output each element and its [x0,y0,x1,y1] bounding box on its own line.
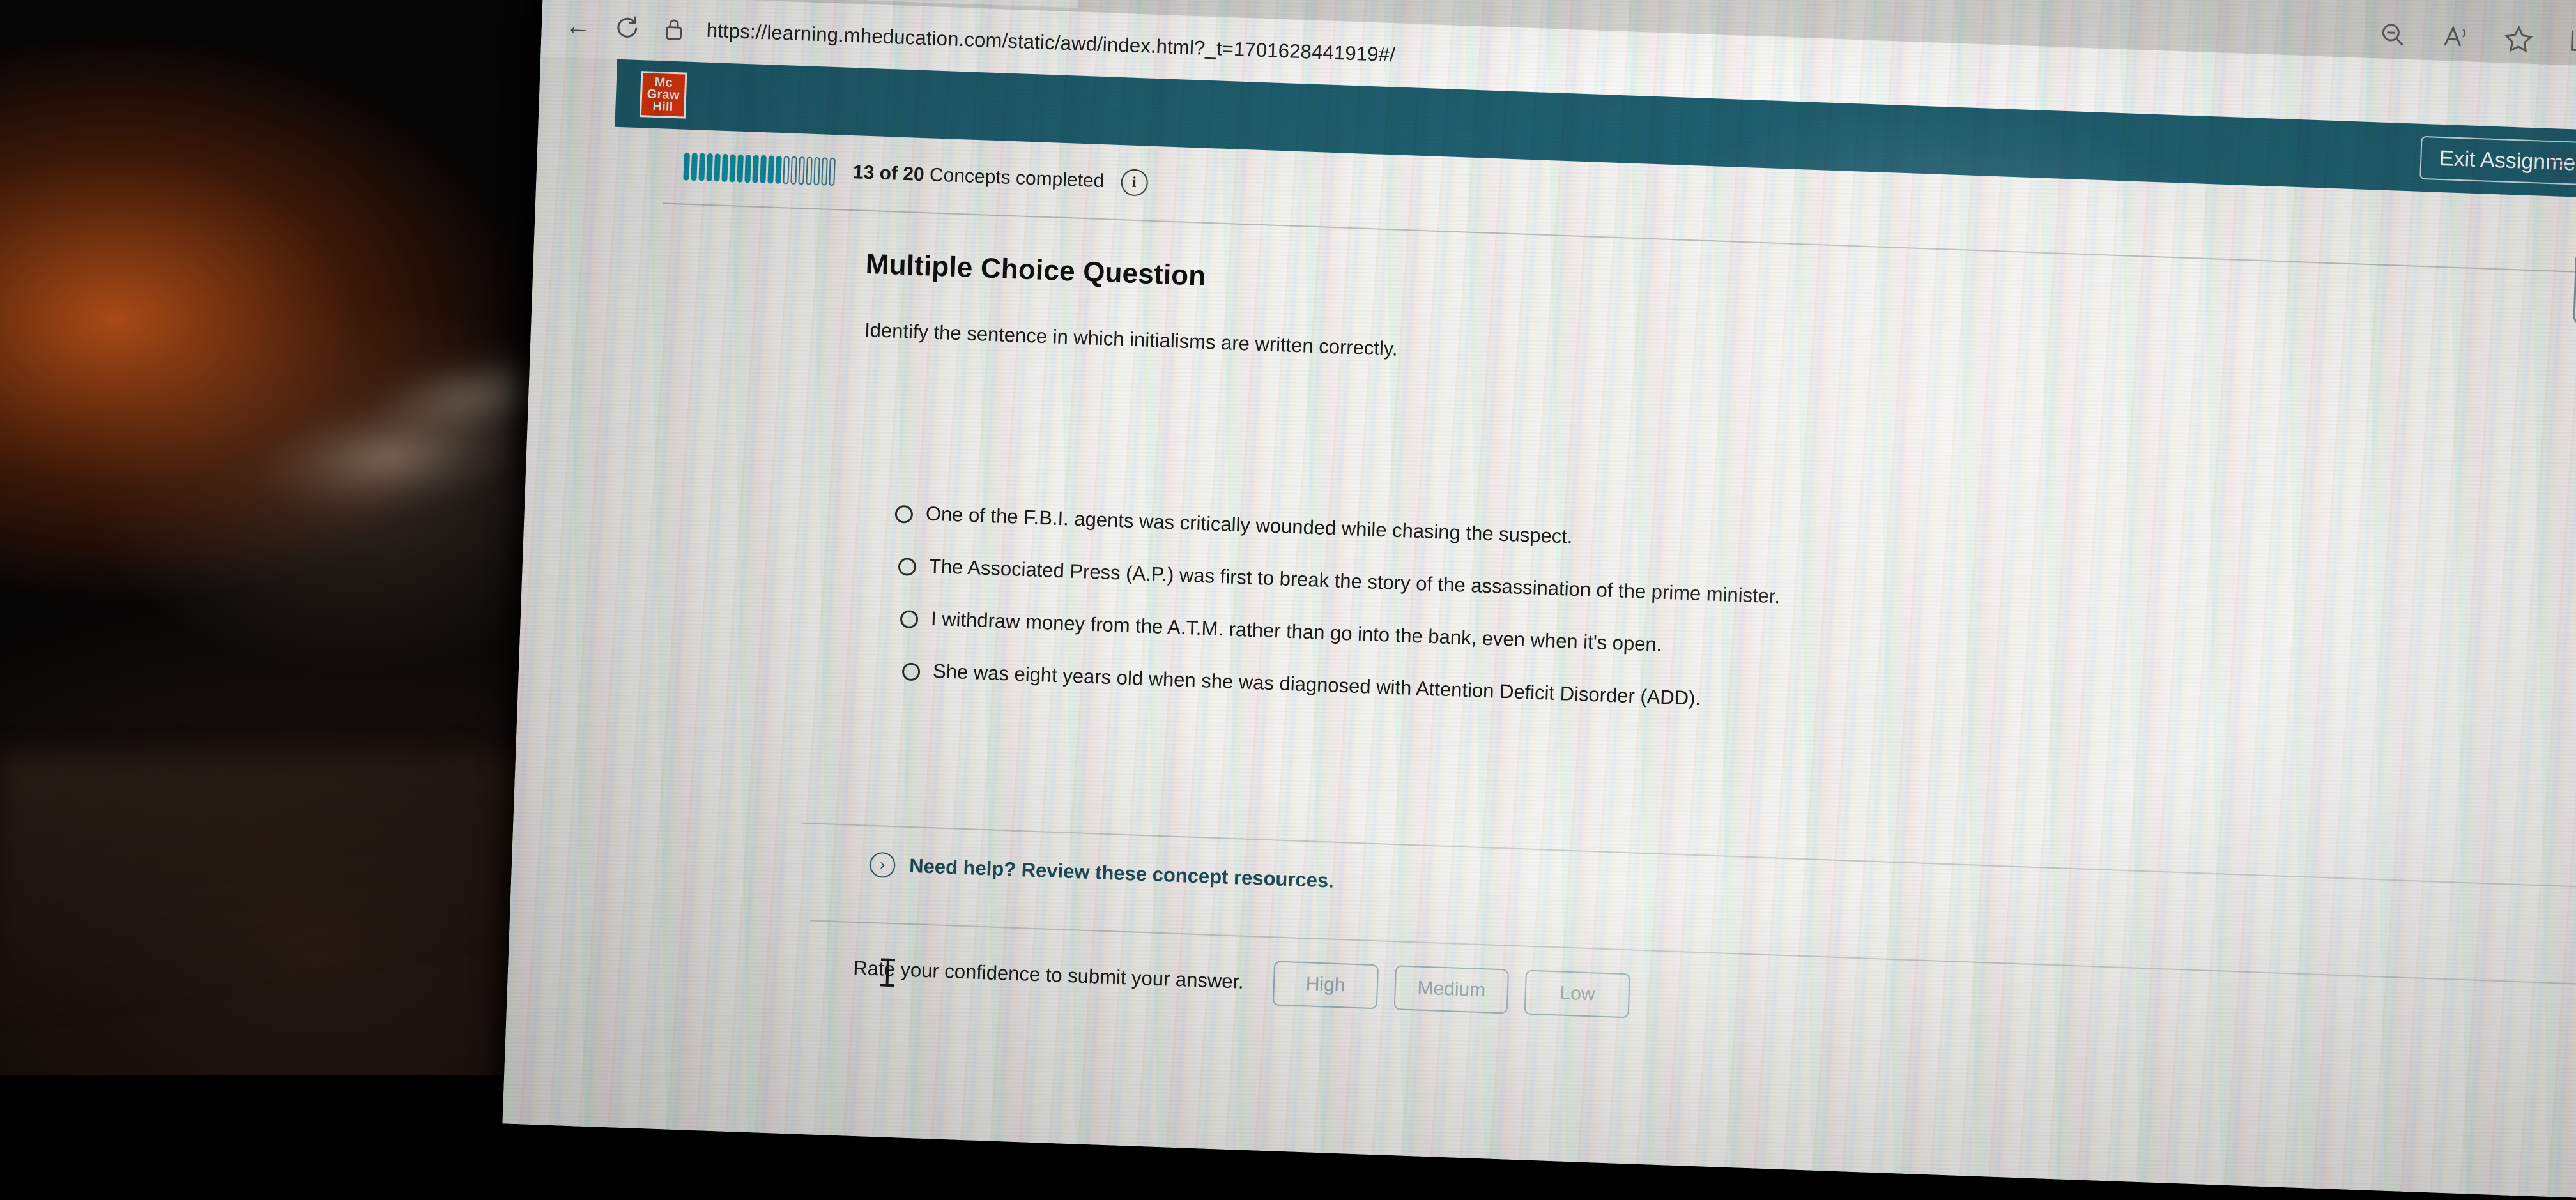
question-stem: Identify the sentence in which initialis… [864,319,1399,361]
progress-pip [783,156,790,184]
progress-pip [775,156,782,184]
progress-pip [821,157,828,185]
confidence-prompt: Rate your confidence to submit your answ… [853,957,1245,994]
screen-content: Google ✕ MMC 1 Learning Unit ... [502,0,2576,1200]
confidence-high-button[interactable]: High [1272,961,1378,1009]
zoom-out-icon[interactable] [2378,20,2407,49]
progress-pip [706,153,713,181]
progress-pip [806,156,813,185]
answer-option-d-label: She was eight years old when she was dia… [933,660,1701,710]
progress-pip [790,156,797,185]
question-type-heading: Multiple Choice Question [865,248,1206,292]
chevron-right-circle-icon: › [870,852,896,878]
split-screen-icon[interactable] [2567,28,2576,55]
assignment-header-icons [2546,148,2576,183]
logo-line-3: Hill [652,100,673,113]
answer-option-b-label: The Associated Press (A.P.) was first to… [928,555,1780,609]
reload-icon[interactable] [613,13,642,43]
lock-icon[interactable] [663,16,685,42]
progress-pip [714,153,721,181]
progress-label-text: Concepts completed [929,164,1105,192]
read-aloud-icon[interactable] [2441,24,2470,50]
info-icon[interactable]: i [1121,169,1148,196]
back-arrow-icon[interactable]: ← [564,10,592,42]
progress-pip [767,155,774,183]
progress-pip [729,154,736,182]
mcgraw-hill-logo: Mc Graw Hill [640,71,687,119]
background-shoe-object [204,365,576,548]
progress-pip [760,155,767,183]
calendar-icon[interactable] [2546,148,2576,180]
radio-button-icon[interactable] [894,505,913,524]
laptop-screen: Google ✕ MMC 1 Learning Unit ... [502,0,2576,1200]
confidence-low-button[interactable]: Low [1524,970,1630,1019]
answer-option-a[interactable]: One of the F.B.I. agents was critically … [894,501,1573,549]
confidence-medium-button[interactable]: Medium [1393,965,1509,1014]
progress-count: 13 of 20 [852,162,924,185]
progress-pip [691,153,698,181]
answer-option-c[interactable]: I withdraw money from the A.T.M. rather … [900,606,1662,657]
browser-toolbar-right [2378,20,2576,58]
progress-pip [752,155,759,183]
favorite-star-icon[interactable] [2503,24,2534,54]
answer-option-b[interactable]: The Associated Press (A.P.) was first to… [898,554,1780,608]
progress-pip [721,154,728,182]
need-help-link[interactable]: › Need help? Review these concept resour… [870,852,1335,894]
answer-option-d[interactable]: She was eight years old when she was dia… [902,658,1701,710]
radio-button-icon[interactable] [898,558,916,576]
progress-pip [744,155,751,183]
confidence-rating-bar: Rate your confidence to submit your answ… [852,946,1630,1018]
need-help-label: Need help? Review these concept resource… [909,854,1335,893]
progress-pip [798,156,805,185]
concepts-progress-bar [683,153,835,186]
answer-option-c-label: I withdraw money from the A.T.M. rather … [930,607,1662,657]
progress-pip [698,153,705,181]
radio-button-icon[interactable] [902,662,921,681]
radio-button-icon[interactable] [900,610,919,628]
question-panel: Multiple Choice Question Identify the se… [630,204,2576,1199]
progress-pip [683,153,690,181]
progress-pip [829,158,836,186]
progress-pip [813,157,820,185]
progress-pip [737,155,744,183]
url-text[interactable]: https://learning.mheducation.com/static/… [706,19,1395,67]
answer-option-a-label: One of the F.B.I. agents was critically … [925,503,1573,549]
progress-label: 13 of 20 Concepts completed [852,162,1105,192]
